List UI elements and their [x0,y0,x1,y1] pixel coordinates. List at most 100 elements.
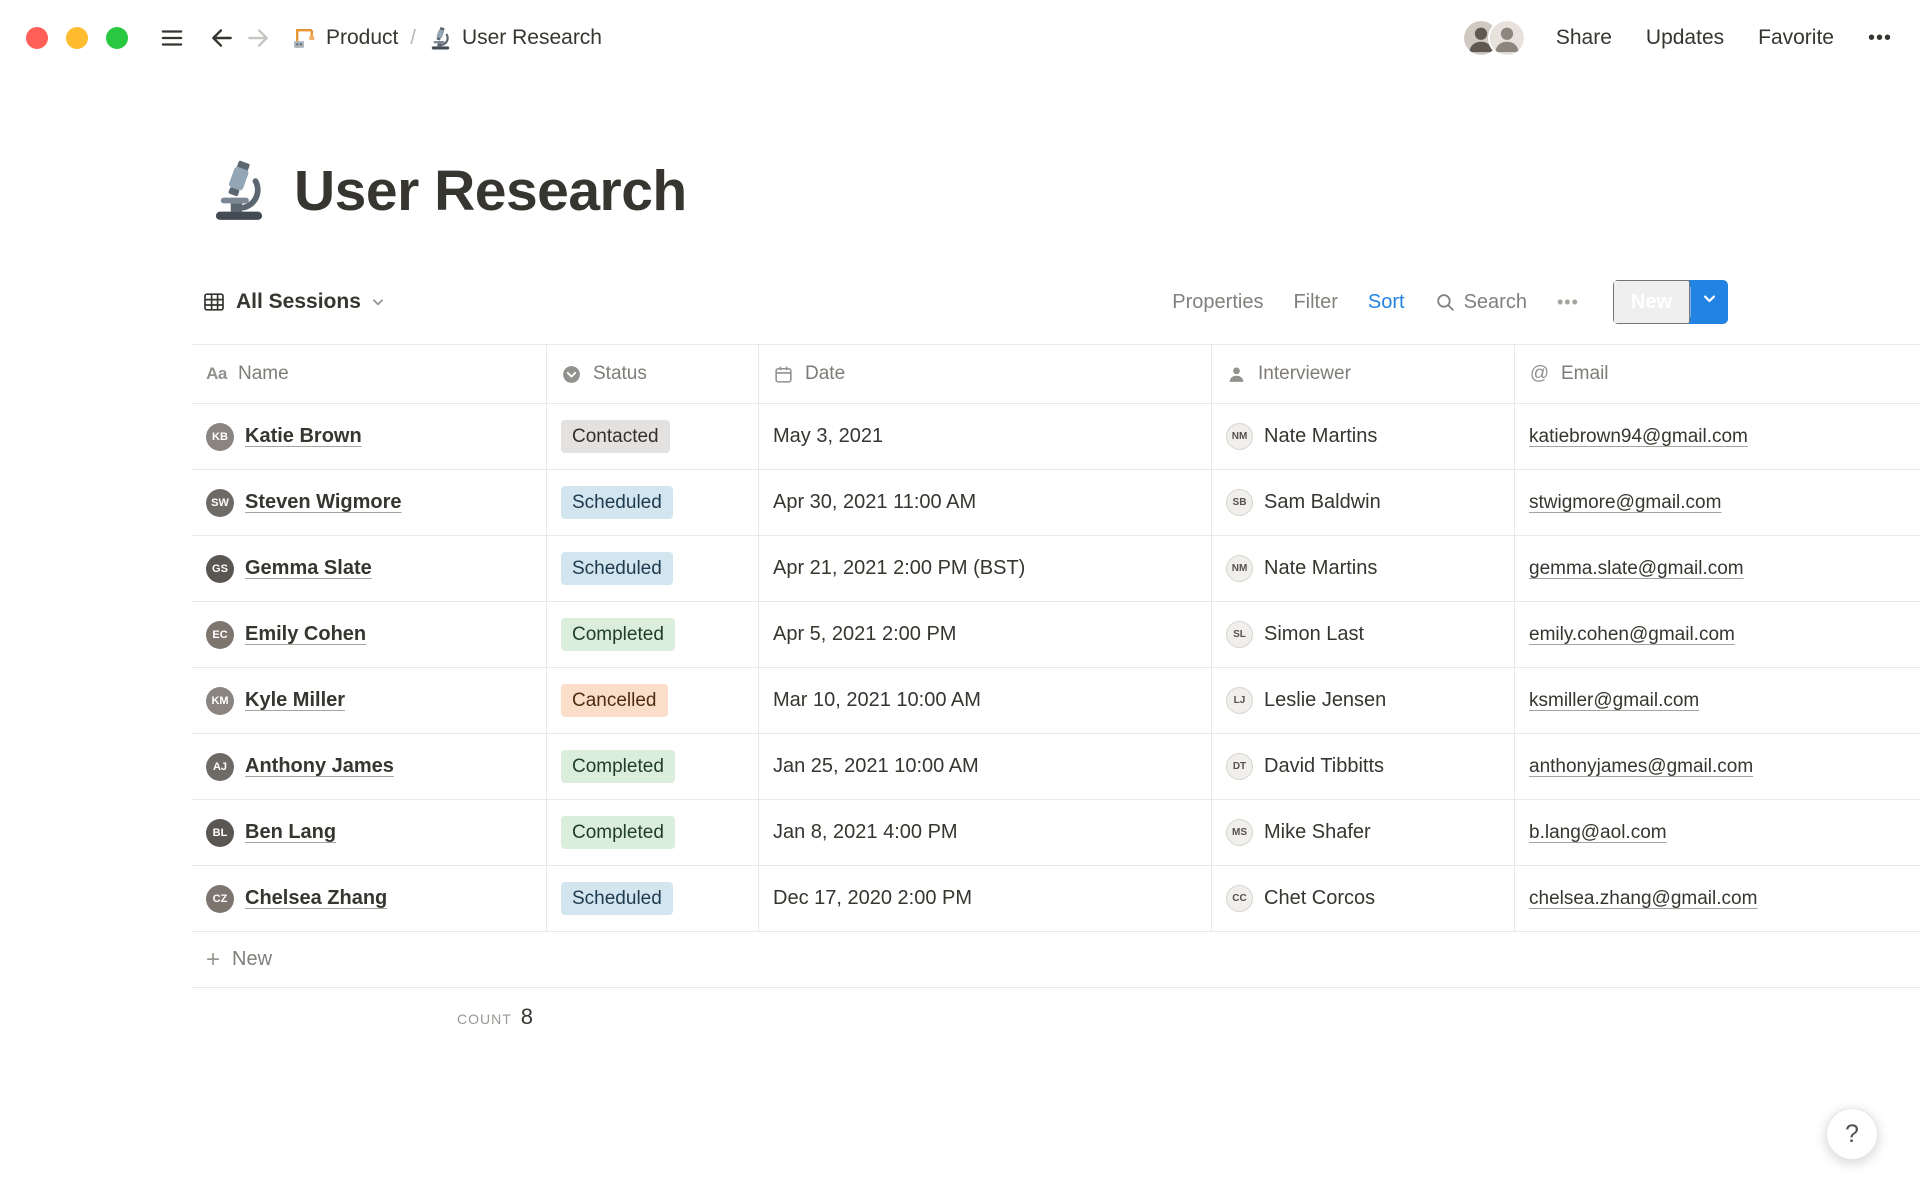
date-cell[interactable]: Apr 21, 2021 2:00 PM (BST) [759,536,1212,601]
column-header-email[interactable]: @ Email [1515,345,1920,403]
filter-button[interactable]: Filter [1293,291,1337,314]
zoom-window-button[interactable] [106,27,128,49]
name-cell[interactable]: AJ Anthony James [192,734,547,799]
session-name-link[interactable]: Steven Wigmore [245,491,402,514]
email-link[interactable]: anthonyjames@gmail.com [1515,734,1920,799]
table-row[interactable]: BL Ben Lang Completed Jan 8, 2021 4:00 P… [192,800,1920,866]
table-row[interactable]: CZ Chelsea Zhang Scheduled Dec 17, 2020 … [192,866,1920,932]
date-cell[interactable]: Dec 17, 2020 2:00 PM [759,866,1212,931]
column-label: Name [238,363,289,384]
table-row[interactable]: AJ Anthony James Completed Jan 25, 2021 … [192,734,1920,800]
view-more-button[interactable]: ••• [1557,292,1579,313]
email-link[interactable]: emily.cohen@gmail.com [1515,602,1920,667]
breadcrumb: Product / User Research [292,26,602,51]
session-name-link[interactable]: Gemma Slate [245,557,372,580]
interviewer-cell[interactable]: NM Nate Martins [1212,404,1515,469]
select-property-icon [561,364,582,385]
window-controls [26,27,128,49]
status-cell[interactable]: Scheduled [547,866,759,931]
collaborator-avatars[interactable] [1461,19,1526,57]
session-name-link[interactable]: Kyle Miller [245,689,345,712]
text-property-icon: Aa [206,364,227,383]
avatar: CZ [206,884,234,913]
table-row[interactable]: KB Katie Brown Contacted May 3, 2021 NM … [192,404,1920,470]
date-cell[interactable]: Jan 25, 2021 10:00 AM [759,734,1212,799]
name-cell[interactable]: CZ Chelsea Zhang [192,866,547,931]
column-header-interviewer[interactable]: Interviewer [1212,345,1515,403]
table-row[interactable]: SW Steven Wigmore Scheduled Apr 30, 2021… [192,470,1920,536]
date-cell[interactable]: Mar 10, 2021 10:00 AM [759,668,1212,733]
more-options-button[interactable]: ••• [1868,27,1892,50]
interviewer-cell[interactable]: SL Simon Last [1212,602,1515,667]
status-cell[interactable]: Scheduled [547,470,759,535]
email-link[interactable]: stwigmore@gmail.com [1515,470,1920,535]
date-cell[interactable]: Apr 5, 2021 2:00 PM [759,602,1212,667]
column-header-date[interactable]: Date [759,345,1212,403]
new-row-button[interactable]: + New [192,932,1920,988]
interviewer-cell[interactable]: DT David Tibbitts [1212,734,1515,799]
breadcrumb-item-user-research[interactable]: User Research [428,26,602,51]
interviewer-cell[interactable]: SB Sam Baldwin [1212,470,1515,535]
share-button[interactable]: Share [1556,26,1612,50]
interviewer-cell[interactable]: NM Nate Martins [1212,536,1515,601]
favorite-button[interactable]: Favorite [1758,26,1834,50]
session-name-link[interactable]: Emily Cohen [245,623,366,646]
forward-button[interactable] [240,20,276,56]
new-entry-dropdown-button[interactable] [1691,280,1728,316]
name-cell[interactable]: KM Kyle Miller [192,668,547,733]
table-row[interactable]: GS Gemma Slate Scheduled Apr 21, 2021 2:… [192,536,1920,602]
interviewer-cell[interactable]: MS Mike Shafer [1212,800,1515,865]
search-icon [1436,293,1454,311]
email-link[interactable]: b.lang@aol.com [1515,800,1920,865]
name-cell[interactable]: BL Ben Lang [192,800,547,865]
name-cell[interactable]: EC Emily Cohen [192,602,547,667]
name-cell[interactable]: SW Steven Wigmore [192,470,547,535]
table-row[interactable]: EC Emily Cohen Completed Apr 5, 2021 2:0… [192,602,1920,668]
date-cell[interactable]: May 3, 2021 [759,404,1212,469]
status-cell[interactable]: Completed [547,800,759,865]
chevron-down-icon [372,299,383,306]
email-link[interactable]: ksmiller@gmail.com [1515,668,1920,733]
at-icon: @ [1529,363,1550,384]
status-cell[interactable]: Scheduled [547,536,759,601]
breadcrumb-item-product[interactable]: Product [292,26,398,51]
email-link[interactable]: chelsea.zhang@gmail.com [1515,866,1920,931]
email-link[interactable]: katiebrown94@gmail.com [1515,404,1920,469]
help-button[interactable]: ? [1826,1108,1878,1160]
minimize-window-button[interactable] [66,27,88,49]
interviewer-name: Mike Shafer [1264,821,1371,843]
sidebar-toggle-button[interactable] [154,20,190,56]
count-value: 8 [520,1004,533,1029]
chevron-down-icon [1704,295,1715,302]
column-header-name[interactable]: Aa Name [192,345,547,403]
new-entry-button[interactable]: New [1612,280,1690,324]
status-cell[interactable]: Contacted [547,404,759,469]
status-cell[interactable]: Completed [547,734,759,799]
search-button[interactable]: Search [1435,291,1527,314]
microscope-icon[interactable] [206,158,272,224]
session-name-link[interactable]: Chelsea Zhang [245,887,387,910]
status-cell[interactable]: Completed [547,602,759,667]
session-name-link[interactable]: Anthony James [245,755,394,778]
count-calculation[interactable]: COUNT 8 [192,1004,547,1030]
name-cell[interactable]: GS Gemma Slate [192,536,547,601]
breadcrumb-label: User Research [461,26,602,49]
view-switcher[interactable]: All Sessions [192,284,395,320]
session-name-link[interactable]: Katie Brown [245,425,362,448]
sort-button[interactable]: Sort [1368,291,1405,314]
column-header-status[interactable]: Status [547,345,759,403]
interviewer-name: Sam Baldwin [1264,491,1381,513]
date-cell[interactable]: Apr 30, 2021 11:00 AM [759,470,1212,535]
status-cell[interactable]: Cancelled [547,668,759,733]
email-link[interactable]: gemma.slate@gmail.com [1515,536,1920,601]
session-name-link[interactable]: Ben Lang [245,821,336,844]
properties-button[interactable]: Properties [1172,291,1263,314]
back-button[interactable] [204,20,240,56]
interviewer-cell[interactable]: CC Chet Corcos [1212,866,1515,931]
name-cell[interactable]: KB Katie Brown [192,404,547,469]
date-cell[interactable]: Jan 8, 2021 4:00 PM [759,800,1212,865]
close-window-button[interactable] [26,27,48,49]
table-row[interactable]: KM Kyle Miller Cancelled Mar 10, 2021 10… [192,668,1920,734]
interviewer-cell[interactable]: LJ Leslie Jensen [1212,668,1515,733]
updates-button[interactable]: Updates [1646,26,1724,50]
